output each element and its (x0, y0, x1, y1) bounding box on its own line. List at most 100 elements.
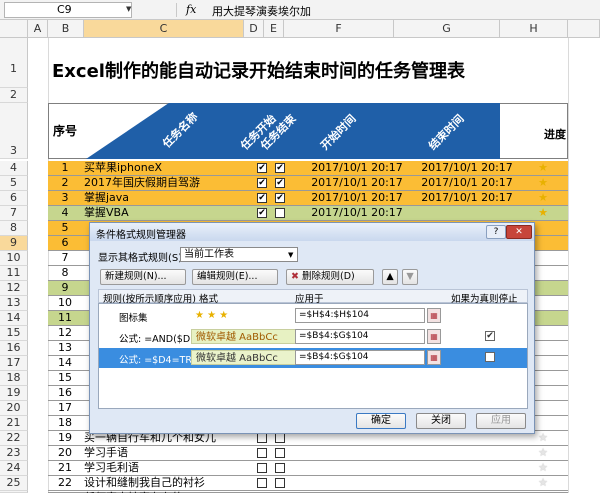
table-row[interactable]: 4 掌握VBA ✔ 2017/10/1 20:17 ★ (48, 206, 568, 221)
sheet-title[interactable]: Excel制作的能自动记录开始结束时间的任务管理表 (52, 57, 465, 83)
cell-seq[interactable]: 10 (48, 296, 82, 310)
cell-seq[interactable]: 14 (48, 356, 82, 370)
ok-button[interactable]: 确定 (356, 413, 406, 429)
cell-seq[interactable]: 19 (48, 431, 82, 445)
chevron-down-icon[interactable]: ▼ (288, 251, 293, 259)
conditional-format-dialog[interactable]: 条件格式规则管理器 ? ✕ 显示其格式规则(S): 当前工作表 ▼ 新建规则(N… (89, 222, 535, 434)
rule-row[interactable]: 公式: =AND($D... 微软卓越 AaBbCc =$B$4:$G$104 … (99, 327, 527, 347)
row-header[interactable]: 14 (0, 311, 28, 326)
select-all-corner[interactable] (0, 20, 28, 38)
row-header[interactable]: 8 (0, 221, 28, 236)
row-header[interactable]: 23 (0, 446, 28, 461)
move-up-button[interactable]: ▲ (382, 269, 398, 285)
cell-seq[interactable]: 7 (48, 251, 82, 265)
delete-rule-button[interactable]: ✖ 删除规则(D) (286, 269, 374, 285)
task-start-checkbox[interactable] (257, 448, 267, 458)
task-start-checkbox[interactable]: ✔ (257, 208, 267, 218)
stop-if-true-checkbox[interactable]: ✔ (485, 331, 495, 341)
name-box[interactable]: C9 (4, 2, 132, 18)
rule-row-selected[interactable]: 公式: =$D4=TRUE 微软卓越 AaBbCc =$B$4:$G$104 ▦ (99, 348, 527, 368)
task-start-checkbox[interactable]: ✔ (257, 193, 267, 203)
row-header[interactable]: 11 (0, 266, 28, 281)
task-start-checkbox[interactable]: ✔ (257, 163, 267, 173)
column-header-f[interactable]: F (284, 20, 394, 38)
cell-seq[interactable]: 3 (48, 191, 82, 205)
help-button[interactable]: ? (486, 225, 506, 239)
row-header[interactable]: 20 (0, 401, 28, 416)
cell-seq[interactable]: 20 (48, 446, 82, 460)
range-picker-icon[interactable]: ▦ (427, 329, 441, 344)
cell-seq[interactable]: 13 (48, 341, 82, 355)
table-row[interactable]: 22 设计和缝制我自己的衬衫 ★ (48, 476, 568, 491)
row-header[interactable]: 4 (0, 161, 28, 176)
new-rule-button[interactable]: 新建规则(N)... (100, 269, 186, 285)
task-end-checkbox[interactable] (275, 463, 285, 473)
applies-to-input[interactable]: =$B$4:$G$104 (295, 329, 425, 344)
cell-seq[interactable]: 22 (48, 476, 82, 490)
row-header[interactable]: 7 (0, 206, 28, 221)
cell-seq[interactable]: 17 (48, 401, 82, 415)
cell-seq[interactable]: 18 (48, 416, 82, 430)
row-header[interactable]: 1 (0, 38, 28, 88)
table-row[interactable]: 20 学习手语 ★ (48, 446, 568, 461)
column-header-e[interactable]: E (264, 20, 284, 38)
cell-start-time[interactable]: 2017/10/1 20:17 (302, 206, 412, 220)
cell-seq[interactable]: 6 (48, 236, 82, 250)
row-header[interactable]: 22 (0, 431, 28, 446)
chevron-down-icon[interactable]: ▼ (126, 5, 131, 13)
show-rules-select[interactable]: 当前工作表 (180, 247, 298, 262)
cell-task-name[interactable]: 买苹果iphoneX (84, 161, 258, 175)
row-header[interactable]: 19 (0, 386, 28, 401)
stop-if-true-checkbox[interactable] (485, 352, 495, 362)
cell-seq[interactable]: 2 (48, 176, 82, 190)
task-end-checkbox[interactable]: ✔ (275, 193, 285, 203)
column-header-b[interactable]: B (48, 20, 84, 38)
row-header[interactable]: 12 (0, 281, 28, 296)
cell-seq[interactable]: 16 (48, 386, 82, 400)
applies-to-input[interactable]: =$B$4:$G$104 (295, 350, 425, 365)
rule-row[interactable]: 图标集 ★ ★ ★ =$H$4:$H$104 ▦ (99, 306, 527, 326)
row-header[interactable]: 10 (0, 251, 28, 266)
cell-start-time[interactable]: 2017/10/1 20:17 (302, 176, 412, 190)
range-picker-icon[interactable]: ▦ (427, 308, 441, 323)
column-header-h[interactable]: H (500, 20, 568, 38)
cell-end-time[interactable]: 2017/10/1 20:17 (412, 176, 522, 190)
task-end-checkbox[interactable]: ✔ (275, 163, 285, 173)
row-header[interactable]: 21 (0, 416, 28, 431)
task-end-checkbox[interactable]: ✔ (275, 178, 285, 188)
task-end-checkbox[interactable] (275, 478, 285, 488)
cell-seq[interactable]: 21 (48, 461, 82, 475)
column-header-a[interactable]: A (28, 20, 48, 38)
cell-start-time[interactable]: 2017/10/1 20:17 (302, 191, 412, 205)
applies-to-input[interactable]: =$H$4:$H$104 (295, 308, 425, 323)
task-start-checkbox[interactable]: ✔ (257, 178, 267, 188)
row-header[interactable]: 5 (0, 176, 28, 191)
apply-button[interactable]: 应用 (476, 413, 526, 429)
task-end-checkbox[interactable] (275, 208, 285, 218)
cell-seq[interactable]: 9 (48, 281, 82, 295)
close-icon[interactable]: ✕ (506, 225, 532, 239)
table-row[interactable]: 21 学习毛利语 ★ (48, 461, 568, 476)
table-row[interactable]: 1 买苹果iphoneX ✔ ✔ 2017/10/1 20:17 2017/10… (48, 161, 568, 176)
range-picker-icon[interactable]: ▦ (427, 350, 441, 365)
cell-task-name[interactable]: 设计和缝制我自己的衬衫 (84, 476, 258, 490)
table-row[interactable]: 3 掌握java ✔ ✔ 2017/10/1 20:17 2017/10/1 2… (48, 191, 568, 206)
close-button[interactable]: 关闭 (416, 413, 466, 429)
column-header-i[interactable] (568, 20, 600, 38)
task-end-checkbox[interactable] (275, 433, 285, 443)
cell-seq[interactable]: 5 (48, 221, 82, 235)
table-row[interactable]: 2 2017年国庆假期自驾游 ✔ ✔ 2017/10/1 20:17 2017/… (48, 176, 568, 191)
row-header[interactable]: 24 (0, 461, 28, 476)
cell-seq[interactable]: 4 (48, 206, 82, 220)
cell-end-time[interactable]: 2017/10/1 20:17 (412, 161, 522, 175)
task-start-checkbox[interactable] (257, 463, 267, 473)
cell-start-time[interactable]: 2017/10/1 20:17 (302, 161, 412, 175)
cell-task-name[interactable]: 学习手语 (84, 446, 258, 460)
cell-seq[interactable]: 1 (48, 161, 82, 175)
row-header[interactable]: 18 (0, 371, 28, 386)
row-header[interactable]: 17 (0, 356, 28, 371)
rules-list[interactable]: 图标集 ★ ★ ★ =$H$4:$H$104 ▦ 公式: =AND($D... … (98, 303, 528, 409)
task-start-checkbox[interactable] (257, 478, 267, 488)
column-header-g[interactable]: G (394, 20, 500, 38)
cell-task-name[interactable]: 掌握java (84, 191, 258, 205)
